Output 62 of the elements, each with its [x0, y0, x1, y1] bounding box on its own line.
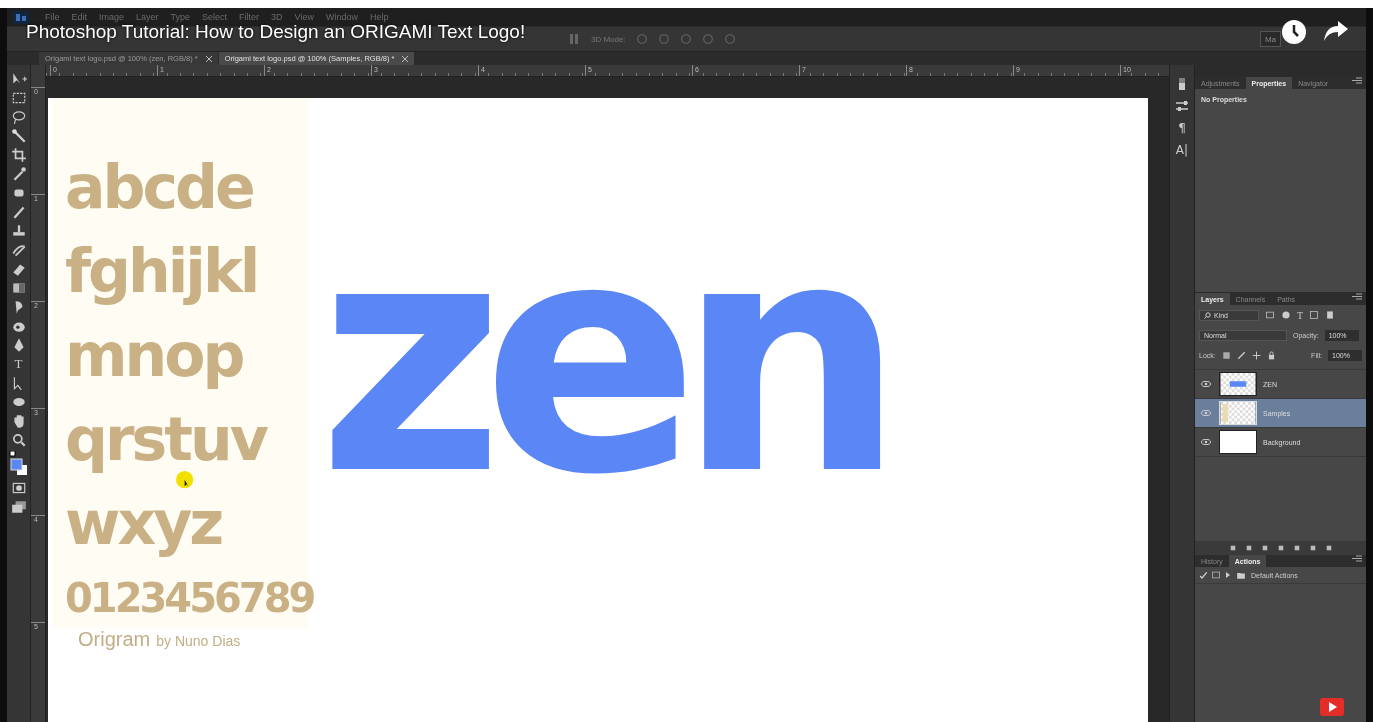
menu-item[interactable]: Filter — [233, 12, 266, 22]
menu-item[interactable]: Image — [93, 12, 131, 22]
cursor-highlight-icon — [176, 471, 196, 491]
paragraph-icon[interactable]: ¶ — [1178, 121, 1186, 135]
clock-icon[interactable] — [1282, 20, 1306, 44]
image-filter-icon[interactable] — [1265, 310, 1275, 320]
eye-icon[interactable] — [1201, 381, 1211, 387]
stamp-tool-icon[interactable] — [10, 223, 27, 239]
specimen-glyphs: 0123456789 — [65, 576, 314, 620]
sliders-icon[interactable] — [1175, 99, 1189, 113]
smart-object-filter-icon[interactable] — [1325, 310, 1336, 320]
quick-mask-icon[interactable] — [10, 480, 27, 496]
menu-item[interactable]: Edit — [65, 12, 94, 22]
panel-menu-icon[interactable] — [1352, 555, 1362, 562]
expand-triangle-icon[interactable] — [1225, 572, 1231, 578]
font-name: Origram — [78, 628, 151, 651]
marquee-tool-icon[interactable] — [10, 90, 27, 106]
check-icon[interactable] — [1200, 571, 1207, 579]
history-brush-icon[interactable] — [10, 242, 27, 258]
menu-item[interactable]: 3D — [265, 12, 289, 22]
gradient-tool-icon[interactable] — [10, 280, 27, 296]
menu-item[interactable]: Type — [164, 12, 197, 22]
panel-menu-icon[interactable] — [1352, 293, 1362, 300]
lasso-tool-icon[interactable] — [10, 109, 27, 125]
menu-item[interactable]: Layer — [130, 12, 165, 22]
menu-item[interactable]: View — [288, 12, 320, 22]
layer-thumbnail — [1219, 372, 1257, 396]
lock-pixels-icon[interactable] — [1221, 350, 1231, 360]
menu-item[interactable]: Help — [364, 12, 395, 22]
color-swatches-icon[interactable] — [8, 451, 29, 477]
type-tool-icon[interactable]: T — [14, 356, 23, 372]
share-icon[interactable] — [1324, 21, 1348, 41]
menu-item[interactable]: Window — [319, 12, 364, 22]
type-filter-icon[interactable]: T — [1297, 309, 1304, 321]
crop-tool-icon[interactable] — [10, 147, 27, 163]
menu-item[interactable]: Select — [196, 12, 234, 22]
layer-thumbnail — [1219, 430, 1257, 454]
screen-mode-icon[interactable] — [10, 499, 27, 515]
eye-icon[interactable] — [1201, 439, 1211, 445]
workspace-select[interactable]: Ma — [1259, 31, 1281, 47]
dialog-toggle-icon[interactable] — [1212, 571, 1220, 579]
menu-item[interactable]: File — [39, 12, 66, 22]
move-lock-icon[interactable] — [1251, 350, 1261, 360]
layer-thumbnail — [1219, 401, 1257, 425]
lock-icon[interactable] — [1266, 350, 1276, 360]
close-icon[interactable] — [205, 55, 212, 62]
logo-text: zen — [318, 238, 884, 478]
panel-menu-icon[interactable] — [1352, 77, 1362, 84]
character-icon[interactable]: A| — [1175, 143, 1189, 157]
app-logo-icon — [13, 10, 29, 24]
magic-wand-icon[interactable] — [10, 128, 27, 144]
zoom-tool-icon[interactable] — [10, 432, 27, 448]
search-icon — [1204, 311, 1211, 319]
shape-filter-icon[interactable] — [1309, 310, 1320, 320]
video-logo-icon[interactable] — [1320, 698, 1344, 716]
close-icon[interactable] — [402, 55, 409, 62]
specimen-glyphs: abcde — [65, 156, 253, 218]
video-title[interactable]: Photoshop Tutorial: How to Design an ORIGAMI Text Logo! — [26, 21, 526, 43]
brush-lock-icon[interactable] — [1236, 350, 1246, 360]
adjustment-filter-icon[interactable] — [1281, 310, 1291, 320]
eye-icon[interactable] — [1201, 410, 1211, 416]
font-author: by Nuno Dias — [156, 633, 241, 649]
